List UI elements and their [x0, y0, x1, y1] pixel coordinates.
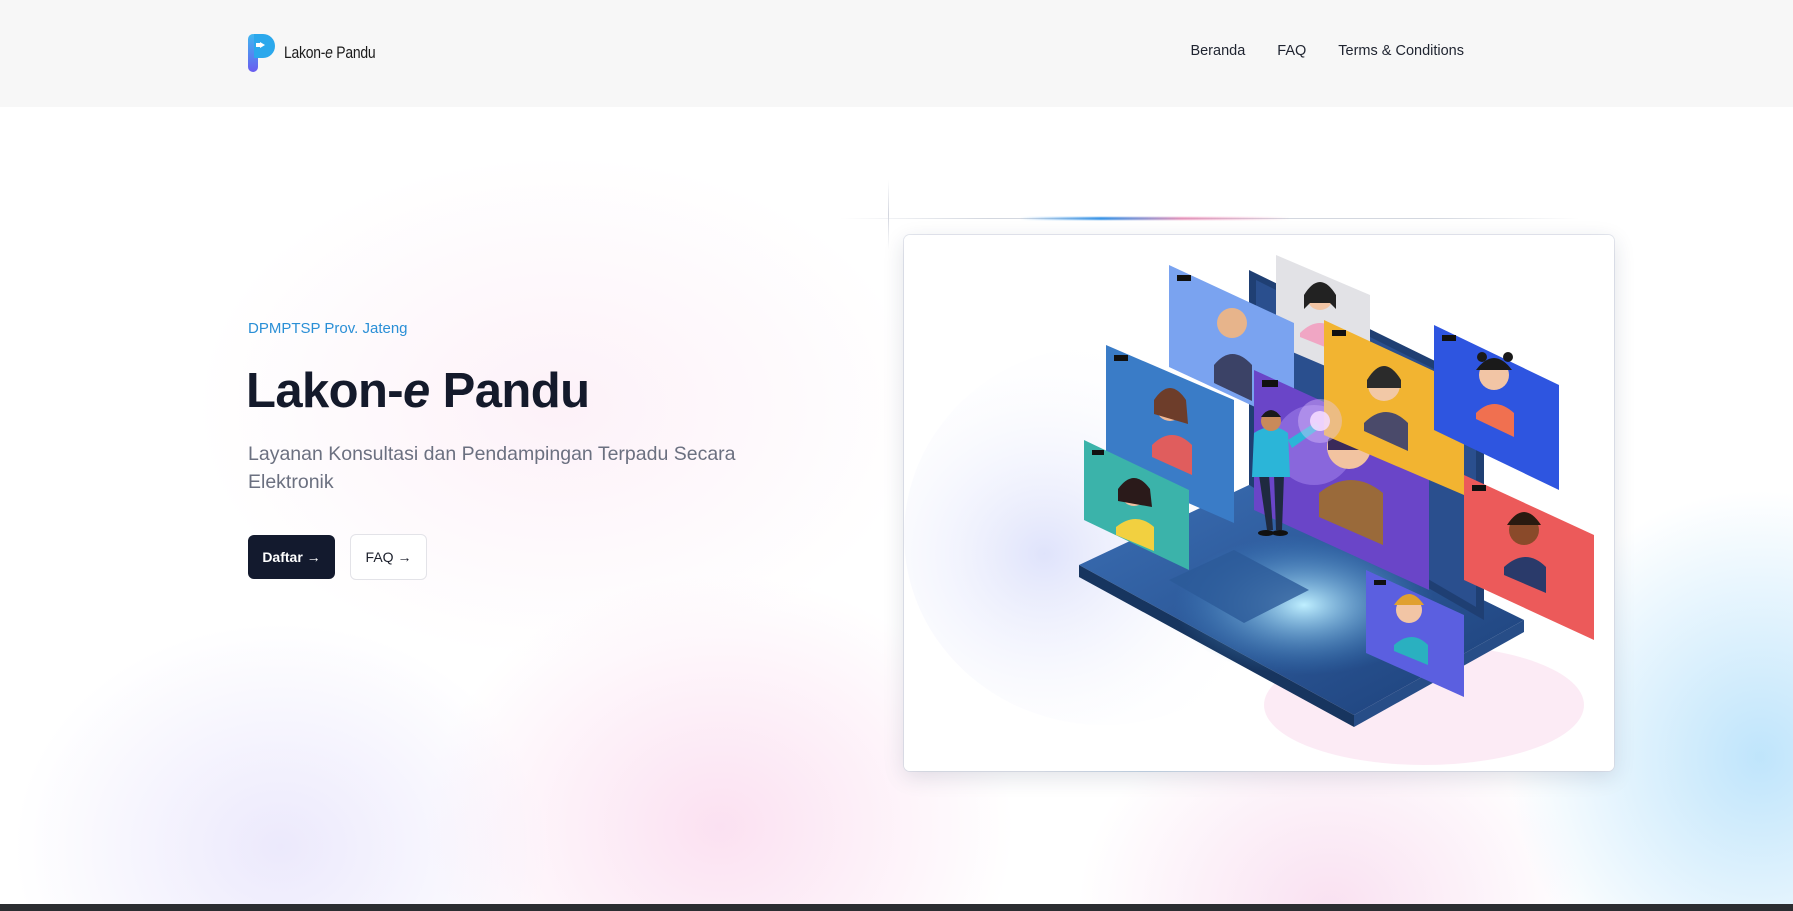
faq-button[interactable]: FAQ →: [350, 534, 427, 580]
logo-text: Lakon-e Pandu: [284, 43, 376, 62]
logo-icon: [248, 34, 275, 72]
video-conference-illustration: [904, 235, 1614, 771]
hero-illustration-card: [904, 235, 1614, 771]
daftar-button[interactable]: Daftar →: [248, 535, 335, 579]
hero-eyebrow: DPMPTSP Prov. Jateng: [248, 320, 408, 337]
decorative-glow: [1020, 217, 1560, 220]
site-logo[interactable]: Lakon-e Pandu: [246, 32, 395, 74]
nav-beranda[interactable]: Beranda: [1190, 43, 1245, 59]
main-nav: Beranda FAQ Terms & Conditions: [1190, 43, 1464, 59]
page-bottom-bar: [0, 904, 1793, 911]
site-header: Lakon-e Pandu Beranda FAQ Terms & Condit…: [0, 0, 1793, 107]
hero-subtitle: Layanan Konsultasi dan Pendampingan Terp…: [248, 443, 736, 493]
hero-title: Lakon-e Pandu: [246, 364, 590, 418]
nav-faq[interactable]: FAQ: [1277, 43, 1306, 59]
nav-terms[interactable]: Terms & Conditions: [1338, 43, 1464, 59]
decorative-vertical-line: [888, 180, 889, 250]
